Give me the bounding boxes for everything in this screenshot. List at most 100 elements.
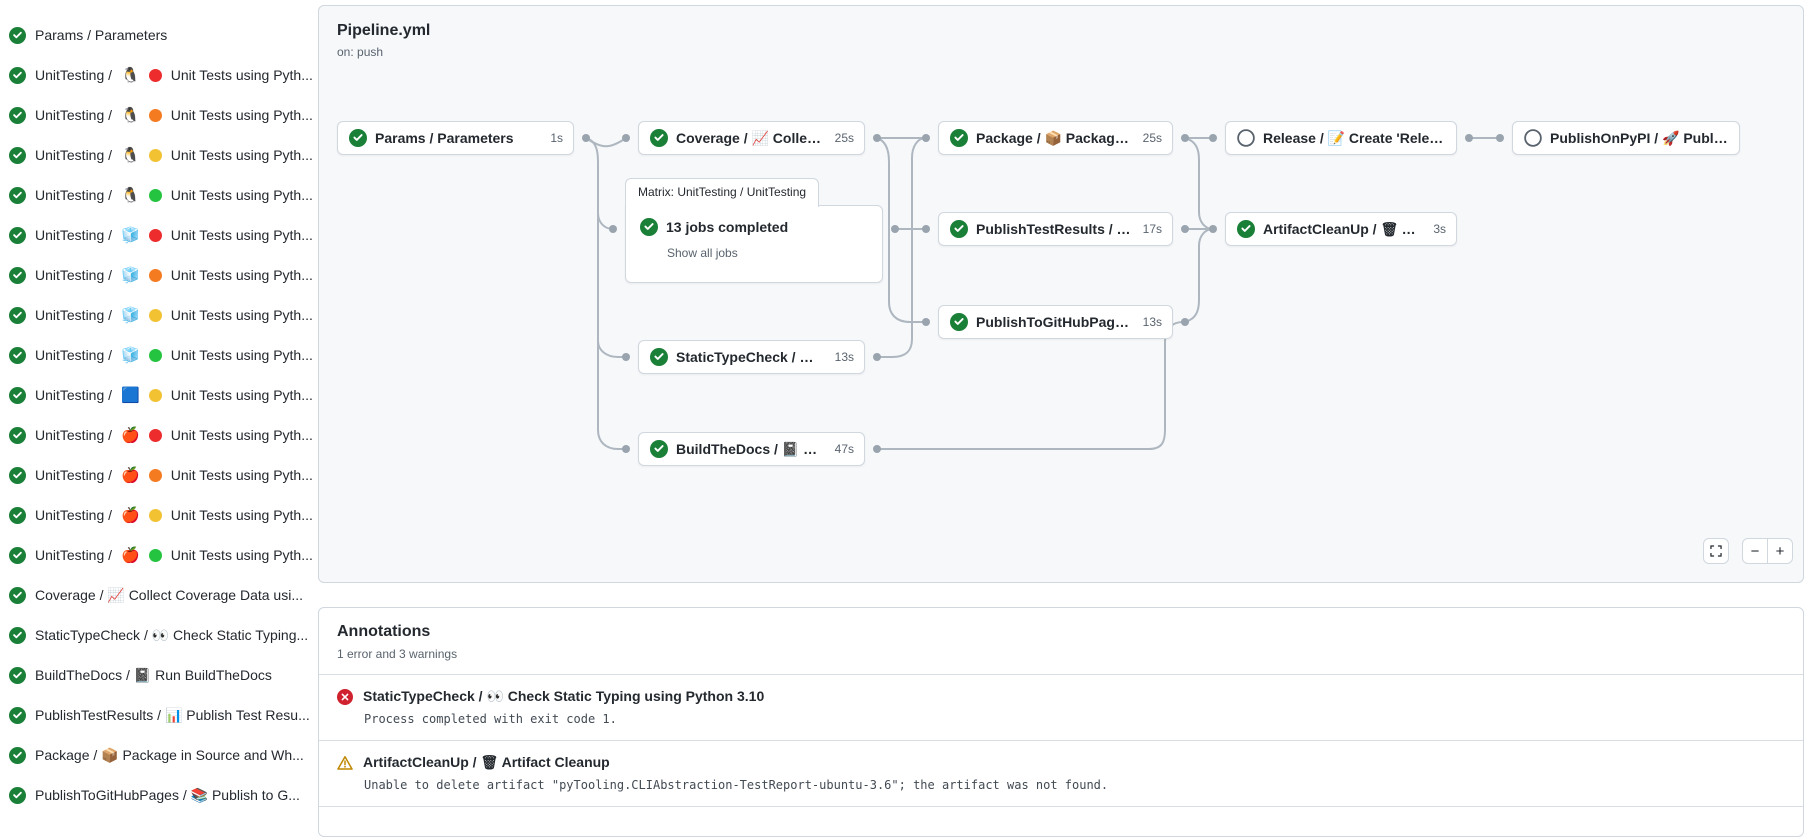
edge-dot (1209, 134, 1217, 142)
zoom-out-button[interactable]: − (1742, 538, 1768, 564)
edge (877, 138, 926, 357)
annotations-title: Annotations (337, 623, 1785, 641)
python-version-dot-icon (149, 269, 162, 282)
node-label: Release / 📝 Create 'Release P... (1263, 130, 1446, 147)
edge (586, 138, 626, 146)
sidebar-job-item[interactable]: PublishToGitHubPages / 📚 Publish to G... (0, 775, 318, 815)
zoom-in-button[interactable]: + (1767, 538, 1793, 564)
edge-dot (873, 445, 881, 453)
success-check-icon (9, 547, 26, 564)
success-check-icon (650, 348, 668, 366)
node-label: StaticTypeCheck / 👀 Chec... (676, 349, 827, 366)
success-check-icon (9, 747, 26, 764)
job-label: UnitTesting / (35, 387, 112, 403)
graph-node-static-type-check[interactable]: StaticTypeCheck / 👀 Chec...13s (638, 340, 865, 374)
sidebar-job-item[interactable]: UnitTesting /🐧Unit Tests using Pyth... (0, 175, 318, 215)
job-label-tail: Unit Tests using Pyth... (171, 507, 313, 523)
os-icon: 🐧 (121, 108, 140, 123)
graph-node-artifact-cleanup[interactable]: ArtifactCleanUp / 🗑 Artifac...3s (1225, 212, 1457, 246)
job-label-tail: Unit Tests using Pyth... (171, 387, 313, 403)
matrix-status-row: 13 jobs completed (640, 218, 868, 236)
sidebar-job-item[interactable]: Coverage / 📈 Collect Coverage Data usi..… (0, 575, 318, 615)
edge-dot (582, 134, 590, 142)
node-duration: 25s (1143, 131, 1162, 145)
job-label-tail: Unit Tests using Pyth... (171, 347, 313, 363)
sidebar-job-item[interactable]: UnitTesting /🧊Unit Tests using Pyth... (0, 215, 318, 255)
python-version-dot-icon (149, 469, 162, 482)
workflow-file-title: Pipeline.yml (337, 22, 430, 40)
node-duration: 47s (835, 442, 854, 456)
python-version-dot-icon (149, 109, 162, 122)
success-check-icon (9, 107, 26, 124)
job-label: BuildTheDocs / 📓 Run BuildTheDocs (35, 667, 272, 684)
graph-node-release[interactable]: Release / 📝 Create 'Release P... (1225, 121, 1457, 155)
python-version-dot-icon (149, 149, 162, 162)
annotation-job-link[interactable]: StaticTypeCheck / 👀 Check Static Typing … (337, 688, 1785, 705)
success-check-icon (650, 440, 668, 458)
sidebar-job-item[interactable]: UnitTesting / 🟦 Unit Tests using Pyth... (0, 375, 318, 415)
job-label: UnitTesting / (35, 307, 112, 323)
workflow-trigger: on: push (337, 45, 430, 59)
edge-dot (1181, 318, 1189, 326)
sidebar-job-item[interactable]: Package / 📦 Package in Source and Wh... (0, 735, 318, 775)
node-duration: 13s (1143, 315, 1162, 329)
job-label: UnitTesting / (35, 147, 112, 163)
python-version-dot-icon (149, 309, 162, 322)
sidebar-job-item[interactable]: UnitTesting /🧊Unit Tests using Pyth... (0, 335, 318, 375)
sidebar-job-item[interactable]: UnitTesting /🍎Unit Tests using Pyth... (0, 415, 318, 455)
edge-dot (1181, 225, 1189, 233)
node-label: Package / 📦 Package in So... (976, 130, 1135, 147)
sidebar-job-item[interactable]: BuildTheDocs / 📓 Run BuildTheDocs (0, 655, 318, 695)
os-icon: 🍎 (121, 548, 140, 563)
job-label-tail: Unit Tests using Pyth... (171, 147, 313, 163)
annotation-job-link[interactable]: ArtifactCleanUp / 🗑 Artifact Cleanup (337, 754, 1785, 771)
success-check-icon (640, 218, 658, 236)
job-label: Package / 📦 Package in Source and Wh... (35, 747, 304, 764)
sidebar-job-item[interactable]: Params / Parameters (0, 15, 318, 55)
sidebar-job-item[interactable]: UnitTesting /🧊Unit Tests using Pyth... (0, 295, 318, 335)
sidebar-job-item[interactable]: UnitTesting /🍎Unit Tests using Pyth... (0, 455, 318, 495)
edge (586, 138, 626, 449)
fullscreen-button[interactable] (1703, 538, 1729, 564)
graph-node-build-the-docs[interactable]: BuildTheDocs / 📓 Run Buil...47s (638, 432, 865, 466)
success-check-icon (9, 467, 26, 484)
job-label-tail: Unit Tests using Pyth... (171, 67, 313, 83)
sidebar-job-item[interactable]: StaticTypeCheck / 👀 Check Static Typing.… (0, 615, 318, 655)
sidebar-job-item[interactable]: PublishTestResults / 📊 Publish Test Resu… (0, 695, 318, 735)
graph-node-params[interactable]: Params / Parameters1s (337, 121, 574, 155)
node-label: Params / Parameters (375, 130, 542, 146)
graph-node-publish-to-github-pages[interactable]: PublishToGitHubPages / 📚...13s (938, 305, 1173, 339)
node-duration: 17s (1143, 222, 1162, 236)
job-label: Coverage / 📈 Collect Coverage Data usi..… (35, 587, 303, 604)
graph-node-coverage[interactable]: Coverage / 📈 Collect Cove...25s (638, 121, 865, 155)
show-all-jobs-link[interactable]: Show all jobs (667, 246, 738, 260)
edge-dot (873, 353, 881, 361)
zoom-in-out-group: − + (1742, 538, 1793, 564)
edge-dot (1465, 134, 1473, 142)
sidebar-job-item[interactable]: UnitTesting /🍎Unit Tests using Pyth... (0, 495, 318, 535)
success-check-icon (9, 187, 26, 204)
sidebar-job-item[interactable]: UnitTesting /🧊Unit Tests using Pyth... (0, 255, 318, 295)
os-icon: 🧊 (121, 228, 140, 243)
graph-node-publish-on-pypi[interactable]: PublishOnPyPI / 🚀 Publish to ... (1512, 121, 1740, 155)
job-label-tail: Unit Tests using Pyth... (171, 227, 313, 243)
graph-node-package[interactable]: Package / 📦 Package in So... 25s (938, 121, 1173, 155)
graph-header: Pipeline.yml on: push (337, 22, 430, 59)
sidebar-job-item[interactable]: UnitTesting /🍎Unit Tests using Pyth... (0, 535, 318, 575)
annotations-panel: Annotations 1 error and 3 warnings Stati… (318, 607, 1804, 837)
success-check-icon (9, 147, 26, 164)
success-check-icon (9, 347, 26, 364)
success-check-icon (9, 787, 26, 804)
os-icon: 🐧 (121, 188, 140, 203)
os-icon: 🍎 (121, 428, 140, 443)
sidebar-job-item[interactable]: UnitTesting /🐧Unit Tests using Pyth... (0, 55, 318, 95)
matrix-success-icon-slot (640, 218, 658, 236)
os-icon: 🟦 (121, 388, 140, 403)
graph-node-publish-test-results[interactable]: PublishTestResults / 📊 Pu...17s (938, 212, 1173, 246)
sidebar-job-item[interactable]: UnitTesting /🐧Unit Tests using Pyth... (0, 95, 318, 135)
matrix-jobs-completed: 13 jobs completed (666, 219, 788, 235)
sidebar-job-item[interactable]: UnitTesting /🐧Unit Tests using Pyth... (0, 135, 318, 175)
success-check-icon (9, 307, 26, 324)
graph-zoom-controls: − + (1703, 538, 1793, 564)
os-icon: 🍎 (121, 508, 140, 523)
